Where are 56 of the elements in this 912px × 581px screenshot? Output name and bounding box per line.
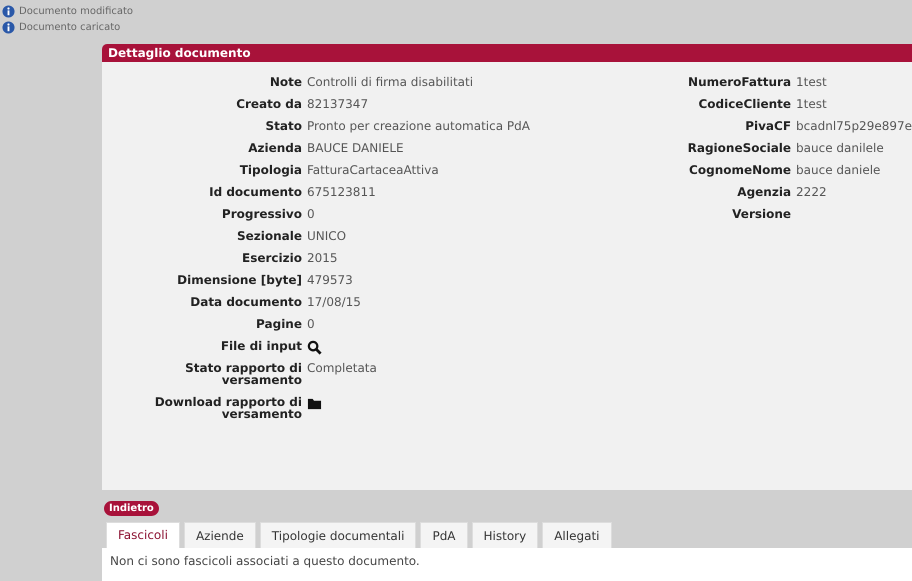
field-label: Progressivo (220, 206, 302, 223)
field-value: 2222 (796, 184, 828, 201)
field-label: Dimensione [byte] (176, 272, 302, 289)
status-message: Documento caricato (19, 22, 120, 32)
field-label: Azienda (247, 140, 302, 157)
field-value: UNICO (307, 228, 348, 245)
field-value: Pronto per creazione automatica PdA (307, 118, 531, 135)
field-label: Data documento (189, 294, 302, 311)
field-value: 82137347 (307, 96, 370, 113)
field-value: 0 (307, 206, 316, 223)
tab[interactable]: Allegati (542, 522, 612, 548)
field-label: Versione (731, 206, 792, 223)
field-label: CodiceCliente (697, 96, 792, 113)
field-value: Completata (307, 360, 378, 377)
field-label: File di input (220, 338, 302, 355)
field-value: 1test (796, 96, 828, 113)
tab[interactable]: Aziende (184, 522, 256, 548)
panel-title: Dettaglio documento (102, 44, 912, 62)
field-value: 0 (307, 316, 316, 333)
field-label: RagioneSociale (686, 140, 792, 157)
field-label: Creato da (235, 96, 302, 113)
field-label: Note (268, 74, 302, 91)
field-label: Stato rapporto di versamento (184, 360, 302, 389)
field-value: 479573 (307, 272, 354, 289)
field-label: Sezionale (236, 228, 302, 245)
field-value: bcadnl75p29e897e (796, 118, 912, 135)
field-value: 675123811 (307, 184, 377, 201)
field-value: FatturaCartaceaAttiva (307, 162, 440, 179)
tab[interactable]: Fascicoli (106, 522, 180, 548)
info-icon (2, 20, 15, 34)
field-value: BAUCE DANIELE (307, 140, 405, 157)
info-icon (2, 4, 15, 18)
field-label: Pagine (255, 316, 302, 333)
back-button[interactable]: Indietro (104, 501, 159, 516)
field-label: Id documento (208, 184, 302, 201)
field-value: Controlli di firma disabilitati (307, 74, 474, 91)
empty-message: Non ci sono fascicoli associati a questo documento. (110, 554, 420, 568)
field-value: 2015 (307, 250, 339, 267)
field-label: PivaCF (744, 118, 792, 135)
field-value: bauce danilele (796, 140, 885, 157)
field-value: 1test (796, 74, 828, 91)
field-value: 17/08/15 (307, 294, 362, 311)
field-label: Agenzia (736, 184, 792, 201)
field-label: Tipologia (238, 162, 302, 179)
tab[interactable]: Tipologie documentali (260, 522, 416, 548)
field-label: CognomeNome (688, 162, 792, 179)
tab[interactable]: PdA (420, 522, 468, 548)
field-value: bauce daniele (796, 162, 882, 179)
field-label: Esercizio (241, 250, 302, 267)
field-label: Download rapporto di versamento (154, 394, 302, 423)
status-message: Documento modificato (19, 6, 134, 16)
field-label: NumeroFattura (687, 74, 792, 91)
search-icon[interactable] (307, 340, 322, 355)
tab[interactable]: History (472, 522, 538, 548)
field-label: Stato (264, 118, 302, 135)
folder-icon[interactable] (307, 396, 322, 411)
